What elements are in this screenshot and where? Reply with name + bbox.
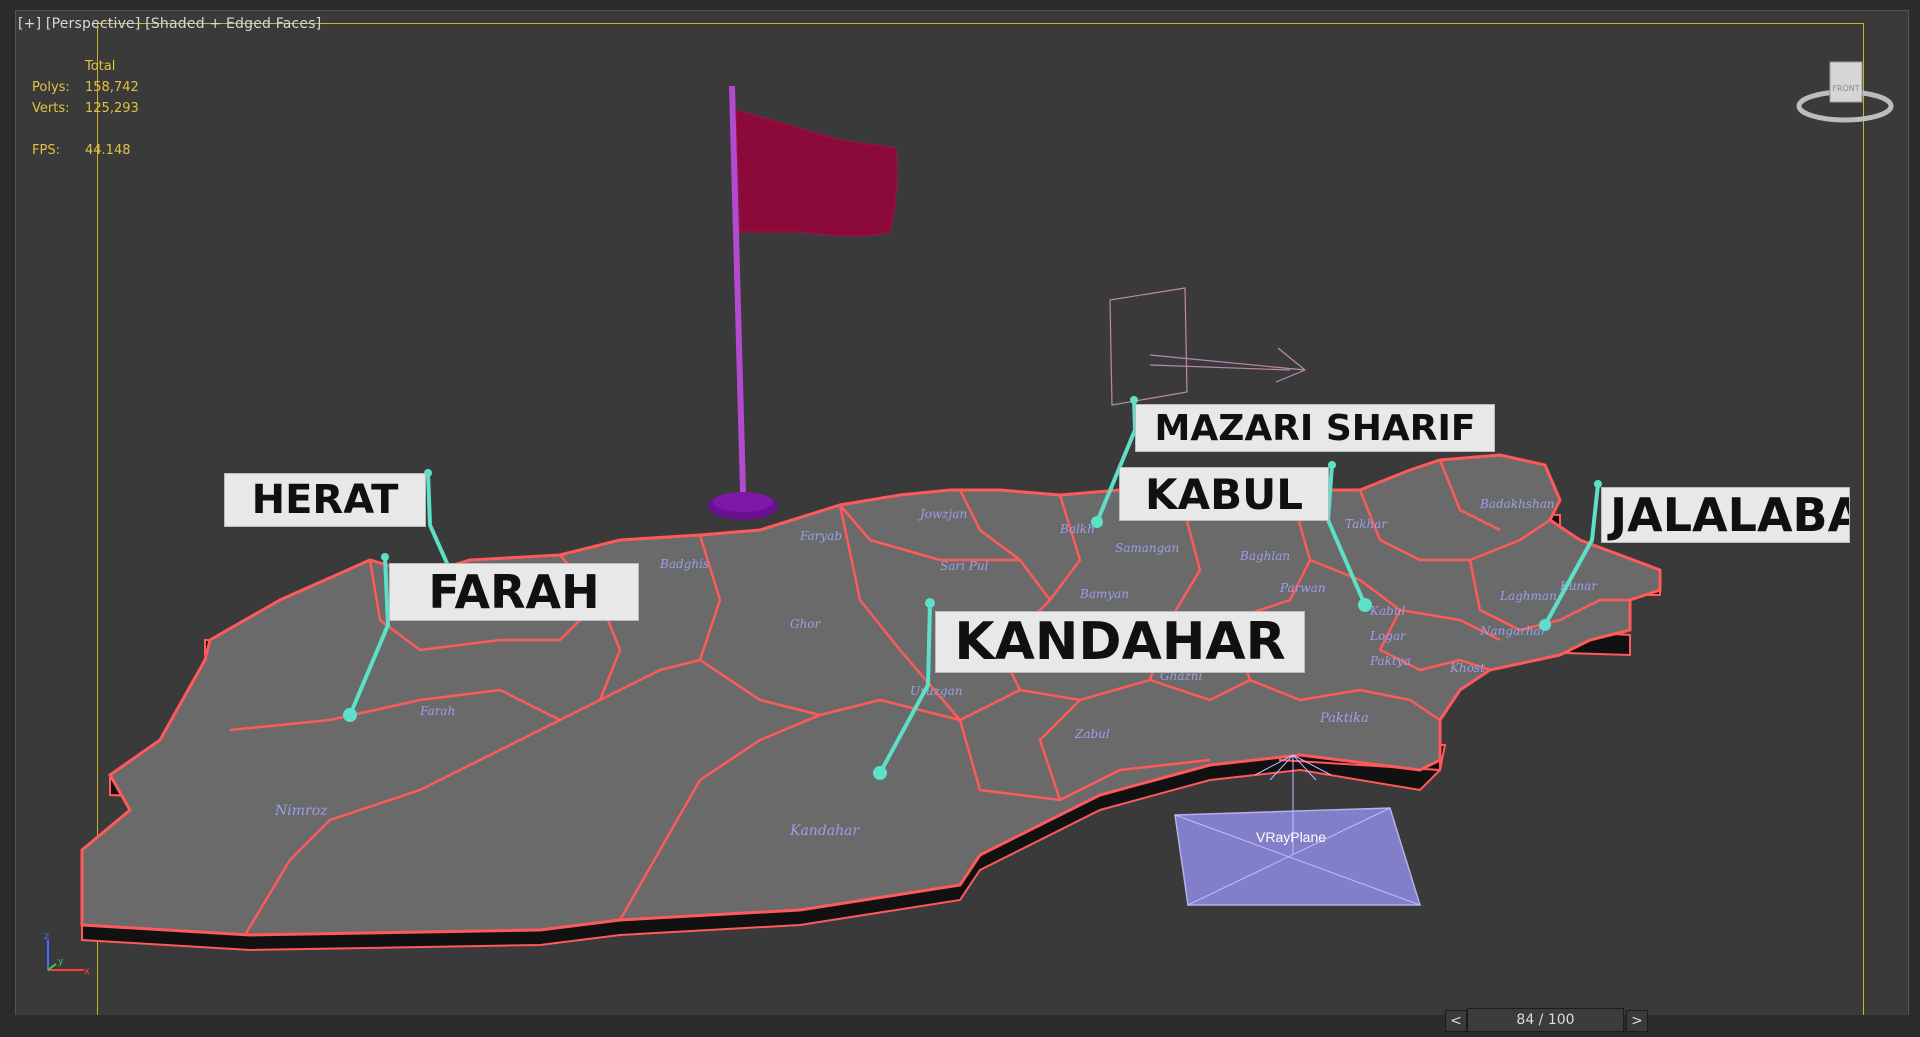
viewcube-face-label: FRONT (1832, 84, 1859, 93)
map-label-balkh: Balkh (1059, 522, 1095, 536)
label-herat[interactable]: HERAT (225, 474, 425, 526)
flag-object[interactable] (708, 86, 898, 520)
map-label-faryab: Faryab (799, 529, 842, 543)
map-label-paktika: Paktika (1319, 711, 1369, 726)
leader-herat (426, 472, 452, 571)
time-slider[interactable]: 84 / 100 (1467, 1008, 1624, 1032)
axis-x-label: x (84, 966, 90, 977)
next-frame-button[interactable]: > (1626, 1010, 1648, 1032)
map-label-jowzjan: Jowzjan (917, 507, 967, 521)
map-label-uruzgan: Uruzgan (910, 684, 962, 698)
axis-z-label: z (44, 931, 49, 942)
map-label-logar: Logar (1369, 629, 1407, 643)
label-jalalabad[interactable]: JALALABA (1602, 488, 1849, 542)
map-label-kabul-province: Kabul (1369, 604, 1406, 618)
viewcube[interactable]: FRONT (1795, 58, 1895, 128)
map-label-ghor: Ghor (790, 617, 822, 631)
map-label-nimroz: Nimroz (274, 803, 328, 819)
map-label-khost: Khost (1449, 661, 1485, 675)
map-label-bamyan: Bamyan (1079, 587, 1129, 601)
label-kandahar[interactable]: KANDAHAR (936, 612, 1304, 672)
label-farah[interactable]: FARAH (390, 564, 638, 620)
map-label-zabul: Zabul (1074, 727, 1110, 741)
map-label-kandahar: Kandahar (789, 823, 860, 839)
map-label-sari-pul: Sari Pul (940, 559, 989, 573)
map-label-farah: Farah (419, 704, 455, 718)
light-gizmo[interactable] (1109, 287, 1307, 406)
label-kabul[interactable]: KABUL (1120, 468, 1328, 520)
label-mazari-sharif[interactable]: MAZARI SHARIF (1136, 405, 1494, 451)
frame-counter: 84 / 100 (1516, 1012, 1575, 1028)
map-label-badakhshan: Badakhshan (1479, 497, 1555, 511)
afghanistan-map[interactable]: Farah Nimroz Kandahar Zabul Ghazni Pakti… (80, 453, 1662, 937)
vray-plane-label: VRayPlane (1256, 829, 1326, 845)
axis-y-label: y (58, 957, 64, 967)
map-label-laghman: Laghman (1499, 589, 1557, 603)
map-label-nangarhar: Nangarhar (1479, 624, 1548, 638)
map-label-badghis: Badghis (659, 557, 709, 571)
map-label-samangan: Samangan (1115, 541, 1179, 555)
map-label-baghlan: Baghlan (1239, 549, 1290, 563)
axis-tripod: z y x (44, 931, 90, 977)
prev-frame-button[interactable]: < (1445, 1010, 1467, 1032)
map-label-paktya: Paktya (1369, 654, 1411, 668)
map-label-parwan: Parwan (1279, 581, 1326, 595)
map-label-takhar: Takhar (1345, 517, 1388, 531)
